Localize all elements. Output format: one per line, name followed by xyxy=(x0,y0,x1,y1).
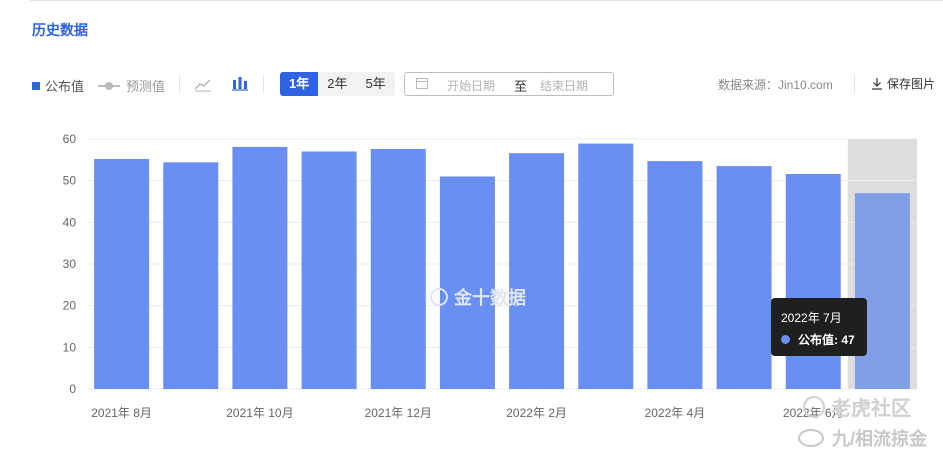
watermark-logo-icon xyxy=(430,288,448,306)
bar xyxy=(509,153,565,389)
bar xyxy=(163,162,219,389)
x-tick-label: 2021年 8月 xyxy=(91,406,152,420)
overlay-text-2: 九/相流掠金 xyxy=(832,429,928,449)
community-logo-icon xyxy=(803,395,825,418)
bar xyxy=(232,146,288,389)
x-tick-label: 2022年 2月 xyxy=(506,406,567,420)
bar xyxy=(301,151,357,389)
bar xyxy=(785,174,841,389)
bar-chart: 0 10 20 30 40 50 60 2021年 8月 2021年 10月 2021年 12月 2… xyxy=(63,132,917,420)
y-tick-label: 50 xyxy=(63,174,77,188)
tooltip-value: 公布值: 47 xyxy=(798,333,855,347)
tooltip-series-dot-icon xyxy=(781,335,790,344)
overlay-badge-weibo: 九/相流掠金 xyxy=(798,425,927,451)
y-tick-label: 10 xyxy=(63,340,77,354)
bar xyxy=(370,149,426,389)
bar xyxy=(578,143,634,389)
x-tick-label: 2021年 12月 xyxy=(365,406,432,420)
overlay-badge-community: 老虎社区 xyxy=(803,392,911,421)
bar xyxy=(716,166,772,389)
watermark: 金十数据 xyxy=(430,284,526,310)
bar xyxy=(854,193,910,389)
chart-tooltip: 2022年 7月 公布值: 47 xyxy=(771,298,867,356)
weibo-logo-icon xyxy=(798,429,824,447)
bar xyxy=(439,176,495,389)
y-tick-label: 40 xyxy=(63,215,77,229)
tooltip-title: 2022年 7月 xyxy=(781,311,842,325)
tooltip-row: 公布值: 47 xyxy=(781,331,855,348)
y-tick-label: 0 xyxy=(69,382,76,396)
watermark-text: 金十数据 xyxy=(454,288,526,308)
x-tick-label: 2021年 10月 xyxy=(226,406,293,420)
bar xyxy=(94,159,150,389)
overlay-text-1: 老虎社区 xyxy=(831,398,911,420)
bar xyxy=(647,161,703,389)
y-tick-label: 30 xyxy=(63,257,77,271)
y-tick-label: 60 xyxy=(63,132,77,146)
y-tick-label: 20 xyxy=(63,299,77,313)
x-tick-label: 2022年 4月 xyxy=(645,406,706,420)
